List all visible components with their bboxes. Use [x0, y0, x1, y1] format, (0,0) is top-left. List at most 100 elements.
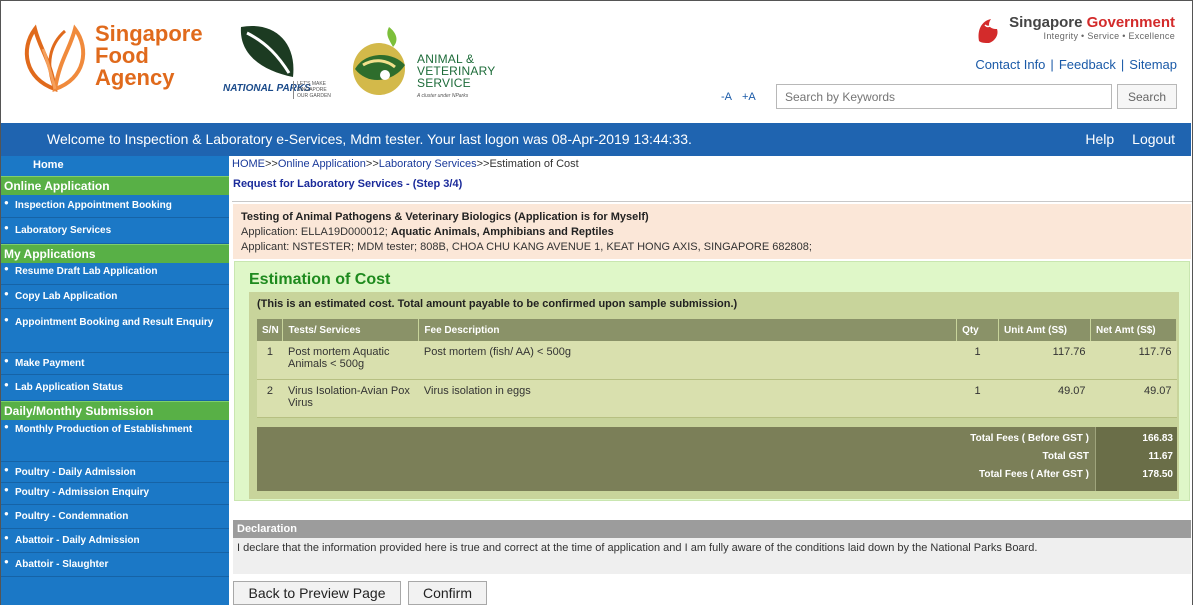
- sidebar-item-laboratory-services[interactable]: ● Laboratory Services: [1, 218, 229, 244]
- nparks-logo[interactable]: NATIONAL PARKS LET'S MAKE SINGAPORE OUR …: [223, 21, 343, 111]
- column-header-unit-amt: Unit Amt (S$): [998, 319, 1091, 341]
- bullet-icon: ●: [4, 198, 9, 207]
- singapore-government-logo[interactable]: Singapore Government Integrity • Service…: [1009, 15, 1175, 42]
- sidebar: Home Online Application ● Inspection Appo…: [1, 156, 229, 605]
- sidebar-item-monthly-production[interactable]: ● Monthly Production of Establishment: [1, 420, 229, 462]
- sfa-line-2: Food: [95, 43, 149, 68]
- total-before-gst-value: 166.83: [1142, 433, 1173, 444]
- total-before-gst-label: Total Fees ( Before GST ): [970, 433, 1089, 444]
- breadcrumb-separator: >>: [476, 158, 490, 170]
- feedback-link[interactable]: Feedback: [1059, 57, 1116, 72]
- cell-qty: 1: [956, 379, 999, 418]
- applicant-details: Applicant: NSTESTER; MDM tester; 808B, C…: [241, 241, 812, 253]
- cell-net-amt: 49.07: [1090, 379, 1177, 418]
- table-row: 1 Post mortem Aquatic Animals < 500g Pos…: [257, 341, 1177, 380]
- avs-line-3: SERVICE: [417, 76, 471, 90]
- sidebar-item-copy-lab-application[interactable]: ● Copy Lab Application: [1, 285, 229, 309]
- sidebar-item-poultry-admission-enquiry[interactable]: ● Poultry - Admission Enquiry: [1, 483, 229, 505]
- total-gst-value: 11.67: [1148, 451, 1173, 462]
- estimation-inner: (This is an estimated cost. Total amount…: [249, 292, 1179, 499]
- sidebar-section-daily-monthly-submission: Daily/Monthly Submission: [1, 401, 229, 420]
- confirm-button[interactable]: Confirm: [408, 581, 487, 605]
- avs-emblem-icon: [353, 27, 405, 95]
- breadcrumb-separator: >>: [265, 158, 278, 170]
- step-title: Request for Laboratory Services - (Step …: [233, 178, 463, 190]
- cell-unit-amt: 117.76: [998, 341, 1091, 380]
- sfa-leaf-icon: [24, 24, 86, 92]
- estimation-title: Estimation of Cost: [249, 271, 391, 288]
- column-header-sn: S/N: [257, 319, 284, 341]
- breadcrumb-current: Estimation of Cost: [489, 158, 579, 170]
- bullet-icon: ●: [4, 485, 9, 494]
- cell-service: Virus Isolation-Avian Pox Virus: [282, 379, 419, 418]
- bullet-icon: ●: [4, 509, 9, 518]
- font-decrease-button[interactable]: -A: [721, 91, 732, 103]
- cell-fee: Virus isolation in eggs: [418, 379, 957, 418]
- total-after-gst-row: Total Fees ( After GST ) 178.50: [257, 469, 1177, 485]
- font-size-controls: -A +A: [721, 91, 766, 103]
- cell-unit-amt: 49.07: [998, 379, 1091, 418]
- search-input[interactable]: [776, 84, 1112, 109]
- table-header-row: S/N Tests/ Services Fee Description Qty …: [257, 319, 1177, 341]
- nparks-leaf-icon: [240, 25, 294, 77]
- total-after-gst-value: 178.50: [1142, 469, 1173, 480]
- application-title: Testing of Animal Pathogens & Veterinary…: [241, 211, 649, 223]
- total-gst-label: Total GST: [1042, 451, 1089, 462]
- sidebar-item-make-payment[interactable]: ● Make Payment: [1, 353, 229, 375]
- declaration-heading: Declaration: [233, 520, 1191, 538]
- avs-cluster-text: A cluster under NParks: [417, 93, 469, 99]
- sidebar-item-inspection-appointment-booking[interactable]: ● Inspection Appointment Booking: [1, 195, 229, 218]
- sidebar-section-online-application: Online Application: [1, 176, 229, 195]
- sidebar-item-abattoir-daily-admission[interactable]: ● Abattoir - Daily Admission: [1, 529, 229, 553]
- bullet-icon: ●: [4, 380, 9, 389]
- total-before-gst-row: Total Fees ( Before GST ) 166.83: [257, 433, 1177, 449]
- column-header-qty: Qty: [956, 319, 1000, 341]
- estimation-note: (This is an estimated cost. Total amount…: [257, 298, 738, 310]
- main-content: HOME>>Online Application>>Laboratory Ser…: [232, 156, 1192, 605]
- font-increase-button[interactable]: +A: [742, 91, 756, 103]
- column-header-service: Tests/ Services: [282, 319, 420, 341]
- sidebar-section-my-applications: My Applications: [1, 244, 229, 263]
- total-gst-row: Total GST 11.67: [257, 451, 1177, 467]
- application-number: Application: ELLA19D000012;: [241, 226, 391, 238]
- bullet-icon: ●: [4, 533, 9, 542]
- search-button[interactable]: Search: [1117, 84, 1177, 109]
- sidebar-item-poultry-daily-admission[interactable]: ● Poultry - Daily Admission: [1, 462, 229, 483]
- back-to-preview-button[interactable]: Back to Preview Page: [233, 581, 401, 605]
- sidebar-item-home[interactable]: Home: [1, 156, 229, 176]
- sfa-logo[interactable]: Singapore Food Agency: [15, 15, 221, 105]
- contact-info-link[interactable]: Contact Info: [975, 57, 1045, 72]
- logout-link[interactable]: Logout: [1132, 131, 1175, 147]
- sidebar-item-resume-draft[interactable]: ● Resume Draft Lab Application: [1, 263, 229, 285]
- application-type: Aquatic Animals, Amphibians and Reptiles: [390, 226, 614, 238]
- breadcrumb-laboratory-services[interactable]: Laboratory Services: [379, 158, 477, 170]
- sidebar-item-lab-application-status[interactable]: ● Lab Application Status: [1, 375, 229, 401]
- breadcrumb-home[interactable]: HOME: [232, 158, 265, 170]
- cell-sn: 2: [257, 379, 283, 418]
- cell-fee: Post mortem (fish/ AA) < 500g: [418, 341, 957, 380]
- bullet-icon: ●: [4, 223, 9, 232]
- avs-logo[interactable]: ANIMAL & VETERINARY SERVICE A cluster un…: [345, 25, 515, 105]
- breadcrumb: HOME>>Online Application>>Laboratory Ser…: [232, 158, 579, 170]
- bullet-icon: ●: [4, 289, 9, 298]
- total-after-gst-label: Total Fees ( After GST ): [978, 469, 1089, 480]
- sidebar-item-poultry-condemnation[interactable]: ● Poultry - Condemnation: [1, 505, 229, 529]
- sfa-line-3: Agency: [95, 65, 175, 90]
- divider: [232, 201, 1192, 202]
- estimation-panel: Estimation of Cost (This is an estimated…: [234, 261, 1190, 501]
- sitemap-link[interactable]: Sitemap: [1129, 57, 1177, 72]
- breadcrumb-online-application[interactable]: Online Application: [278, 158, 366, 170]
- sidebar-item-abattoir-slaughter[interactable]: ● Abattoir - Slaughter: [1, 553, 229, 577]
- bullet-icon: ●: [4, 465, 9, 474]
- application-info: Testing of Animal Pathogens & Veterinary…: [233, 204, 1191, 259]
- sidebar-item-appointment-booking-result-enquiry[interactable]: ● Appointment Booking and Result Enquiry: [1, 309, 229, 353]
- cell-net-amt: 117.76: [1090, 341, 1177, 380]
- totals-block: Total Fees ( Before GST ) 166.83 Total G…: [257, 427, 1177, 491]
- cost-table: S/N Tests/ Services Fee Description Qty …: [257, 319, 1177, 418]
- help-link[interactable]: Help: [1085, 131, 1114, 147]
- bullet-icon: ●: [4, 315, 9, 324]
- welcome-bar: Welcome to Inspection & Laboratory e-Ser…: [1, 123, 1191, 156]
- top-links: Contact Info | Feedback | Sitemap: [975, 57, 1177, 72]
- bullet-icon: ●: [4, 264, 9, 273]
- singapore-lion-icon: [978, 19, 998, 43]
